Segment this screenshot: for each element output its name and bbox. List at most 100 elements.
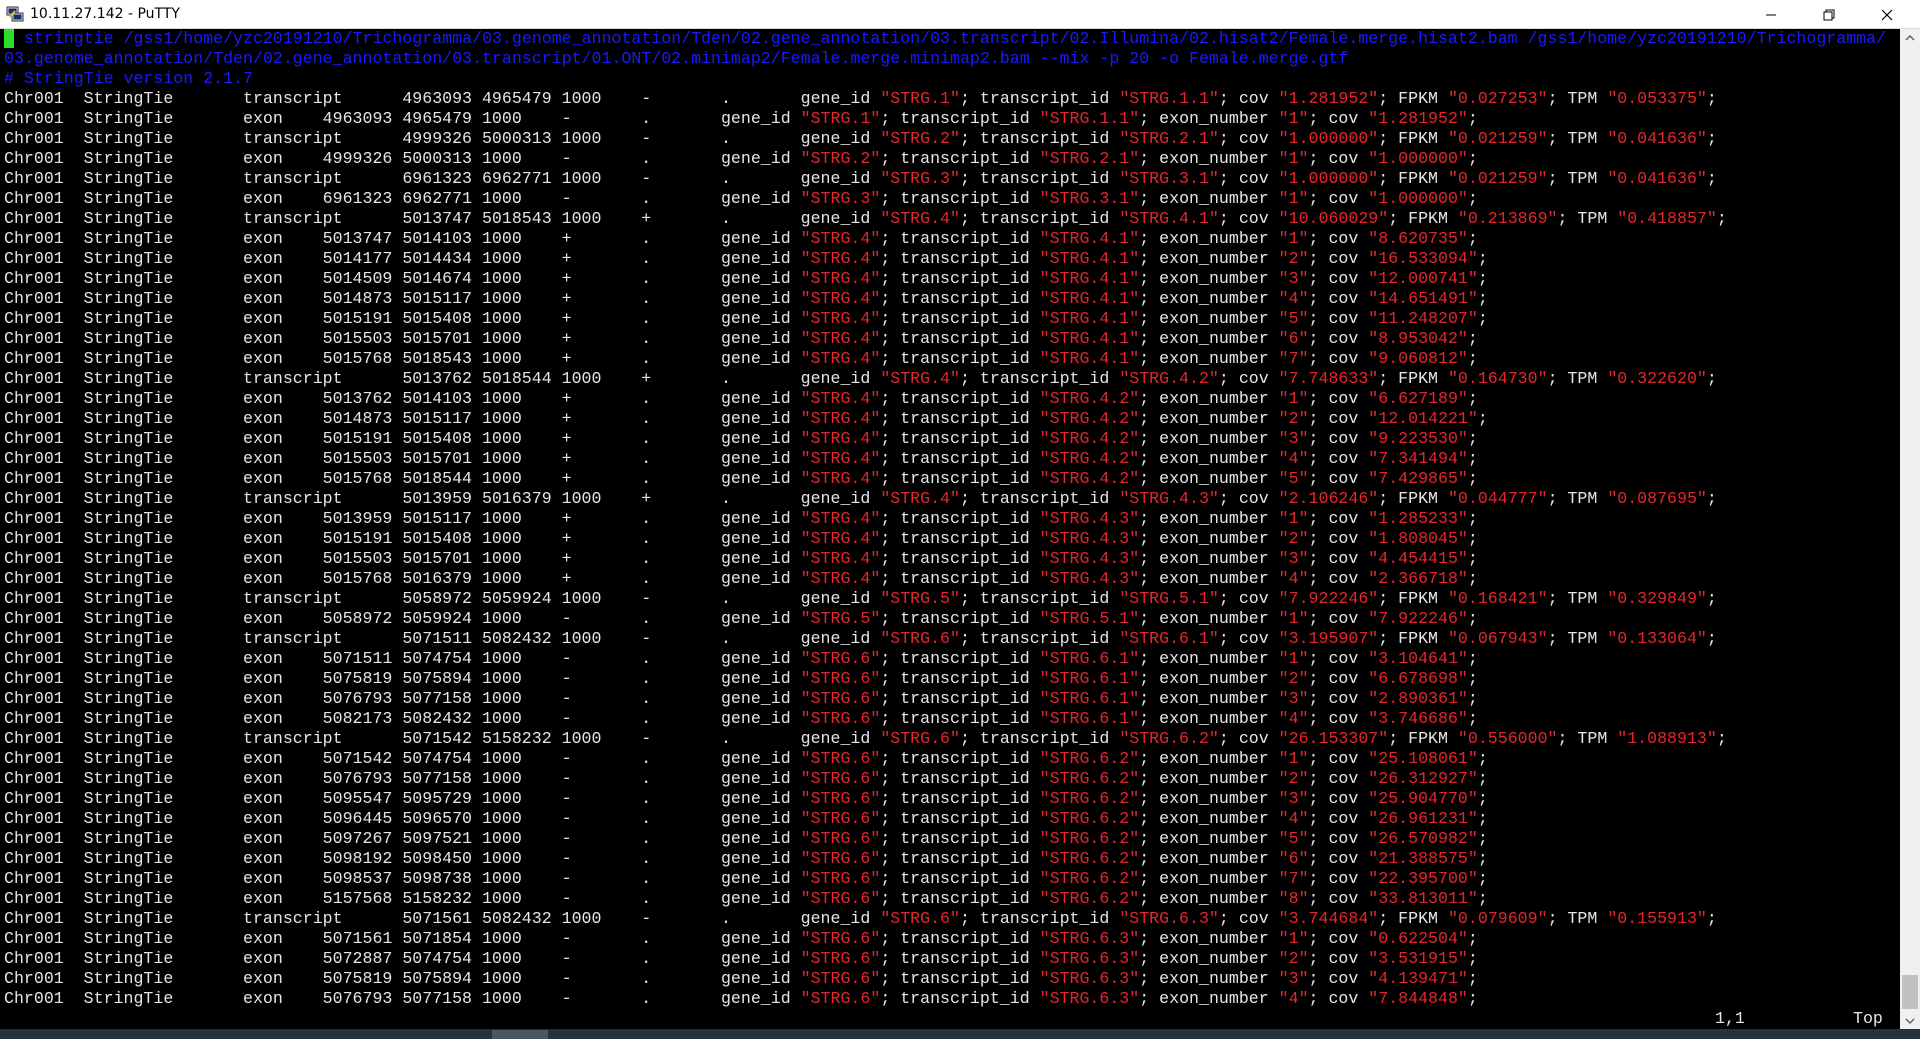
attr-terminator: ;	[1477, 309, 1488, 328]
gene-id-value: "STRG.6"	[800, 689, 881, 708]
gtf-row: Chr001 StringTie exon 5072887 5074754 10…	[4, 949, 1478, 969]
attr-key: ; cov	[1218, 169, 1279, 188]
attr-terminator: ;	[1706, 89, 1717, 108]
gene-id-value: "STRG.1"	[800, 109, 881, 128]
attr-key: ; transcript_id	[880, 389, 1040, 408]
gtf-row: Chr001 StringTie transcript 5071511 5082…	[4, 629, 1717, 649]
attr-key: ; transcript_id	[959, 169, 1120, 188]
gtf-row: Chr001 StringTie transcript 4963093 4965…	[4, 89, 1717, 109]
attr-terminator: ;	[1467, 669, 1478, 688]
attr-key: ; cov	[1308, 289, 1369, 308]
attr-key: ; cov	[1308, 409, 1369, 428]
attr-key: gene_id	[720, 809, 801, 828]
gtf-fields: Chr001 StringTie transcript 5071511 5082…	[4, 629, 801, 648]
cov-value: "2.890361"	[1368, 689, 1468, 708]
gtf-fields: Chr001 StringTie exon 5075819 5075894 10…	[4, 969, 721, 988]
attr-terminator: ;	[1467, 689, 1478, 708]
fpkm-value: "0.213869"	[1457, 209, 1558, 228]
close-button[interactable]	[1858, 0, 1916, 29]
taskbar-active-item[interactable]	[492, 1030, 548, 1039]
exon-number-value: "3"	[1278, 429, 1309, 448]
gtf-row: Chr001 StringTie exon 5015503 5015701 10…	[4, 549, 1478, 569]
attr-terminator: ;	[1706, 369, 1717, 388]
gtf-row: Chr001 StringTie exon 5075819 5075894 10…	[4, 969, 1478, 989]
attr-key: ; transcript_id	[880, 469, 1040, 488]
fpkm-value: "0.021259"	[1447, 169, 1548, 188]
scroll-down-button[interactable]	[1900, 1012, 1920, 1029]
cov-value: "22.395700"	[1368, 869, 1478, 888]
gtf-fields: Chr001 StringTie exon 5013762 5014103 10…	[4, 389, 721, 408]
terminal-output[interactable]: # stringtie /gss1/home/yzc20191210/Trich…	[0, 29, 1900, 1029]
exon-number-value: "1"	[1278, 509, 1309, 528]
gene-id-value: "STRG.6"	[800, 989, 881, 1008]
gtf-row: Chr001 StringTie exon 5015191 5015408 10…	[4, 429, 1478, 449]
transcript-id-value: "STRG.4.2"	[1039, 409, 1140, 428]
transcript-id-value: "STRG.4.1"	[1039, 269, 1140, 288]
gtf-fields: Chr001 StringTie exon 6961323 6962771 10…	[4, 189, 721, 208]
transcript-id-value: "STRG.6.2"	[1039, 849, 1140, 868]
attr-key: ; cov	[1308, 809, 1369, 828]
attr-key: gene_id	[720, 709, 801, 728]
gene-id-value: "STRG.6"	[800, 789, 881, 808]
attr-terminator: ;	[1467, 969, 1478, 988]
attr-key: ; transcript_id	[880, 229, 1040, 248]
attr-key: gene_id	[720, 769, 801, 788]
attr-key: ; TPM	[1547, 909, 1608, 928]
attr-terminator: ;	[1716, 729, 1727, 748]
exon-number-value: "6"	[1278, 329, 1309, 348]
attr-key: ; exon_number	[1139, 149, 1279, 168]
gtf-row: Chr001 StringTie exon 4963093 4965479 10…	[4, 109, 1478, 129]
gtf-row: Chr001 StringTie transcript 5013747 5018…	[4, 209, 1727, 229]
exon-number-value: "8"	[1278, 889, 1309, 908]
command-line: # stringtie /gss1/home/yzc20191210/Trich…	[4, 29, 1887, 48]
scroll-up-button[interactable]	[1900, 29, 1920, 46]
attr-key: ; exon_number	[1139, 849, 1279, 868]
gene-id-value: "STRG.4"	[800, 349, 881, 368]
transcript-id-value: "STRG.4.1"	[1039, 229, 1140, 248]
attr-key: ; cov	[1308, 789, 1369, 808]
gtf-row: Chr001 StringTie transcript 5013959 5016…	[4, 489, 1717, 509]
attr-key: ; exon_number	[1139, 929, 1279, 948]
attr-terminator: ;	[1467, 709, 1478, 728]
transcript-id-value: "STRG.6.3"	[1039, 989, 1140, 1008]
attr-terminator: ;	[1477, 409, 1488, 428]
gtf-fields: Chr001 StringTie exon 5157568 5158232 10…	[4, 889, 721, 908]
attr-key: ; exon_number	[1139, 449, 1279, 468]
cov-value: "33.813011"	[1368, 889, 1478, 908]
attr-key: ; transcript_id	[959, 909, 1120, 928]
title-bar[interactable]: 10.11.27.142 - PuTTY	[0, 0, 1920, 29]
gtf-fields: Chr001 StringTie transcript 6961323 6962…	[4, 169, 801, 188]
exon-number-value: "1"	[1278, 749, 1309, 768]
gtf-fields: Chr001 StringTie exon 5082173 5082432 10…	[4, 709, 721, 728]
gtf-row: Chr001 StringTie exon 5082173 5082432 10…	[4, 709, 1478, 729]
attr-key: gene_id	[720, 949, 801, 968]
attr-terminator: ;	[1477, 269, 1488, 288]
minimize-button[interactable]	[1742, 0, 1800, 29]
gtf-row: Chr001 StringTie exon 5076793 5077158 10…	[4, 769, 1488, 789]
attr-key: gene_id	[800, 89, 881, 108]
cov-value: "8.620735"	[1368, 229, 1468, 248]
attr-key: ; transcript_id	[880, 149, 1040, 168]
gene-id-value: "STRG.1"	[880, 89, 960, 108]
cov-value: "1.808045"	[1368, 529, 1468, 548]
attr-terminator: ;	[1467, 189, 1478, 208]
attr-key: gene_id	[720, 349, 801, 368]
attr-key: ; transcript_id	[880, 349, 1040, 368]
exon-number-value: "4"	[1278, 809, 1309, 828]
attr-key: ; exon_number	[1139, 569, 1279, 588]
gene-id-value: "STRG.4"	[800, 569, 881, 588]
attr-terminator: ;	[1467, 229, 1478, 248]
transcript-id-value: "STRG.4.1"	[1039, 309, 1140, 328]
gtf-row: Chr001 StringTie exon 5015768 5018543 10…	[4, 349, 1478, 369]
restore-button[interactable]	[1800, 0, 1858, 29]
attr-terminator: ;	[1477, 809, 1488, 828]
vertical-scrollbar[interactable]	[1900, 29, 1920, 1029]
tpm-value: "0.329849"	[1607, 589, 1707, 608]
gtf-row: Chr001 StringTie exon 6961323 6962771 10…	[4, 189, 1478, 209]
gtf-row: Chr001 StringTie exon 5071542 5074754 10…	[4, 749, 1488, 769]
putty-icon	[6, 5, 24, 23]
transcript-id-value: "STRG.4.1"	[1039, 349, 1140, 368]
scrollbar-thumb[interactable]	[1902, 975, 1918, 1009]
cov-value: "2.106246"	[1278, 489, 1379, 508]
attr-key: ; exon_number	[1139, 509, 1279, 528]
